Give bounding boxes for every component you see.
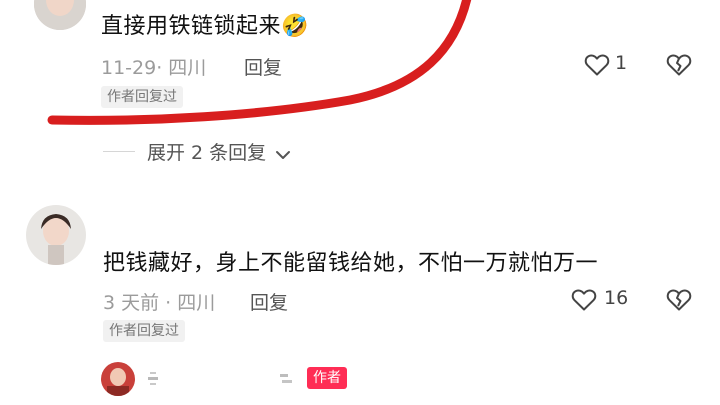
avatar[interactable] [101,362,135,396]
divider [103,151,135,152]
broken-heart-icon[interactable] [666,288,692,312]
annotation-stroke [47,0,472,125]
chevron-down-icon [275,149,291,161]
author-tag: 作者 [307,367,347,389]
author-replied-badge: 作者回复过 [103,320,185,342]
comment-meta: 3 天前 · 四川 [103,292,216,314]
expand-replies-label: 展开 2 条回复 [147,142,267,164]
avatar[interactable] [26,205,86,265]
reply-button[interactable]: 回复 [250,288,288,315]
comment-text: 把钱藏好，身上不能留钱给她，不怕一万就怕万一 [103,251,599,276]
heart-outline-icon [571,288,597,312]
like-button[interactable]: 16 [571,287,633,313]
expand-replies-button[interactable]: 展开 2 条回复 [147,138,291,166]
blurred-username [148,370,298,388]
like-count: 16 [604,287,629,309]
